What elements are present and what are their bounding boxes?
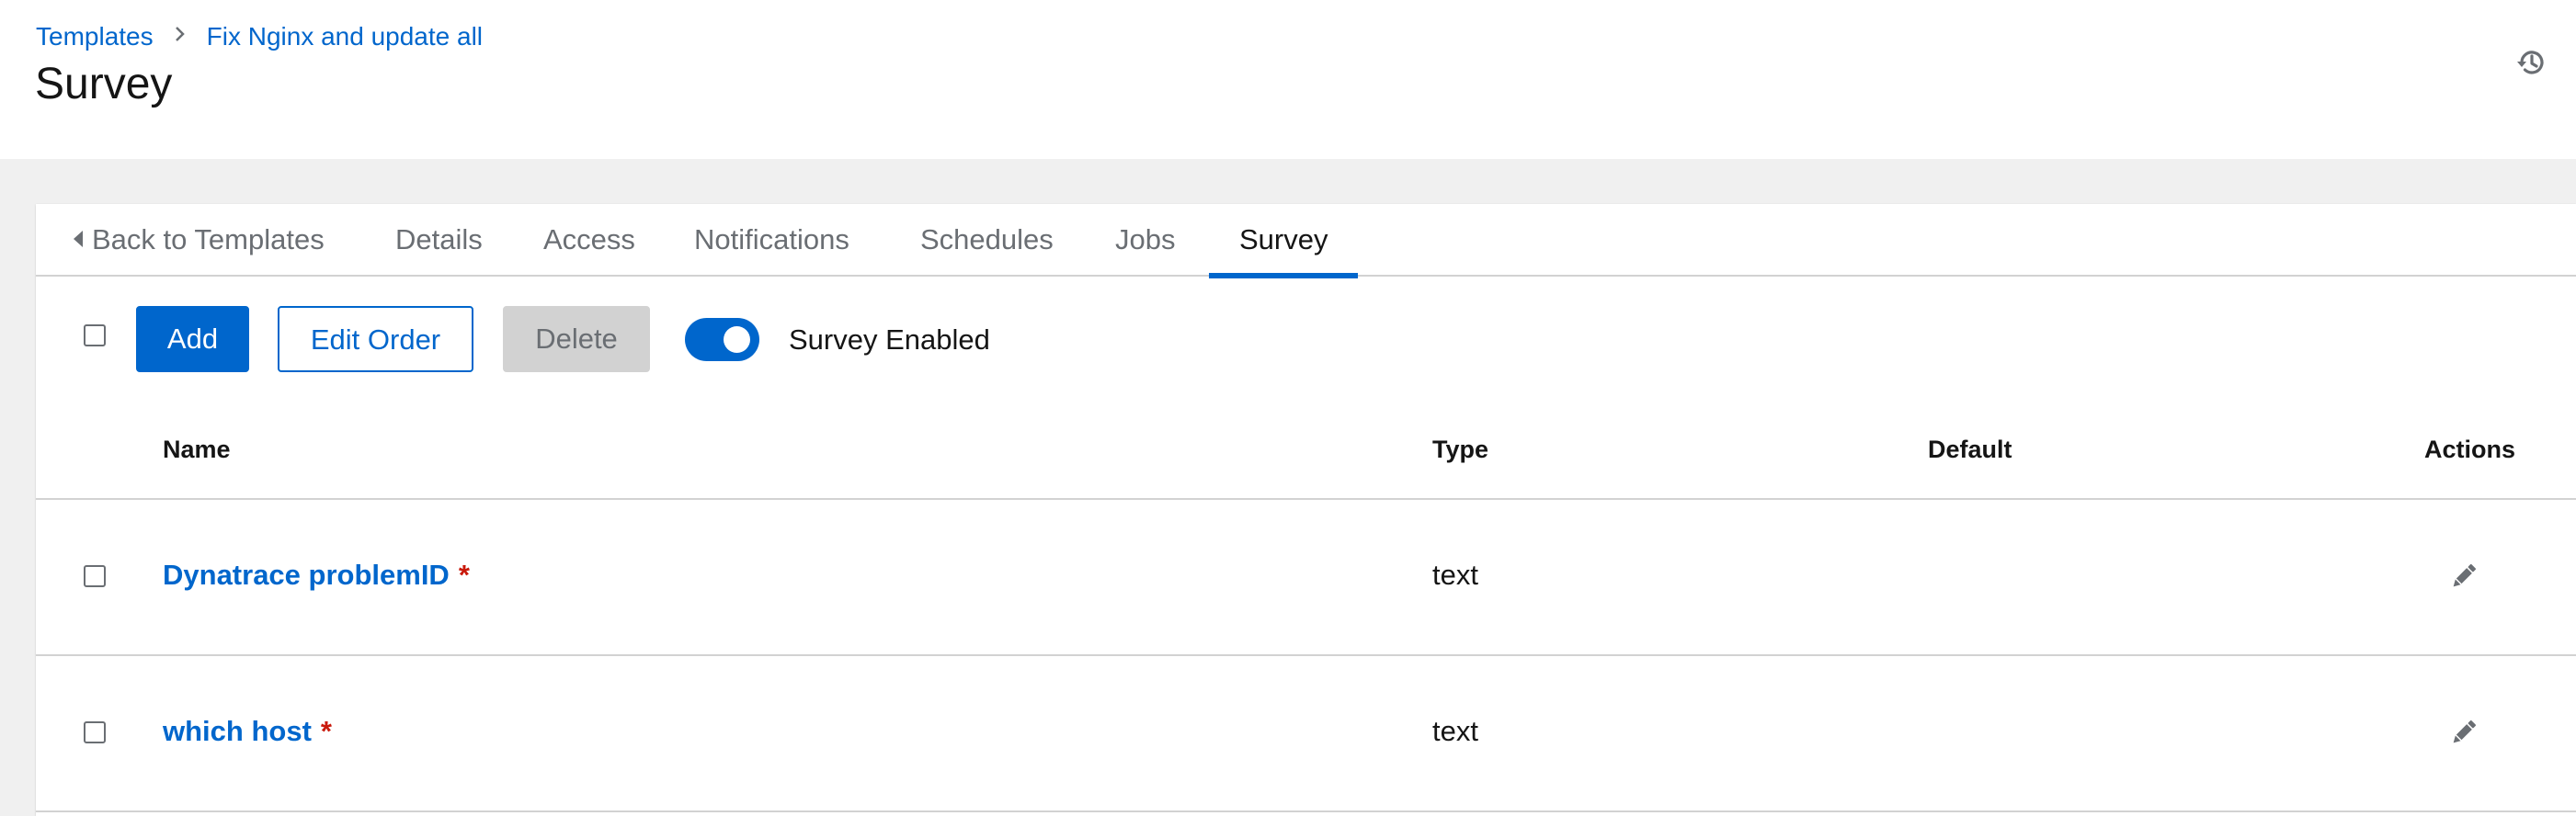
question-name-link[interactable]: which host * xyxy=(163,713,332,750)
breadcrumb: Templates Fix Nginx and update all xyxy=(36,20,483,53)
tab-bar: Back to Templates Details Access Notific… xyxy=(36,204,2576,278)
delete-button[interactable]: Delete xyxy=(503,306,650,372)
breadcrumb-template-link[interactable]: Fix Nginx and update all xyxy=(207,20,483,53)
pencil-icon[interactable] xyxy=(2448,561,2479,592)
checkbox-box xyxy=(84,721,106,743)
caret-left-icon xyxy=(74,231,83,247)
question-type: text xyxy=(1432,559,1478,591)
column-header-actions: Actions xyxy=(2424,436,2516,463)
history-icon[interactable] xyxy=(2515,46,2548,79)
breadcrumb-templates-link[interactable]: Templates xyxy=(36,20,154,53)
survey-enabled-toggle[interactable] xyxy=(685,318,759,361)
column-header-type[interactable]: Type xyxy=(1432,434,1488,465)
tab-back-to-templates-label: Back to Templates xyxy=(92,223,325,255)
chevron-right-icon xyxy=(174,20,187,53)
tab-back-to-templates[interactable]: Back to Templates xyxy=(74,204,325,277)
question-name: which host xyxy=(163,715,312,747)
select-all-checkbox[interactable] xyxy=(84,324,106,346)
pencil-icon[interactable] xyxy=(2448,717,2479,748)
tab-jobs[interactable]: Jobs xyxy=(1115,204,1175,277)
required-marker: * xyxy=(320,715,332,747)
column-header-name[interactable]: Name xyxy=(163,434,231,465)
page-title: Survey xyxy=(35,60,173,108)
page-header: Templates Fix Nginx and update all Surve… xyxy=(0,0,2576,159)
row-checkbox[interactable] xyxy=(84,565,106,587)
table-row: which host * text xyxy=(36,654,2576,812)
checkbox-box xyxy=(84,324,106,346)
survey-card: Back to Templates Details Access Notific… xyxy=(36,204,2576,816)
question-name: Dynatrace problemID xyxy=(163,559,450,591)
tab-details[interactable]: Details xyxy=(395,204,483,277)
question-type: text xyxy=(1432,715,1478,747)
tab-schedules[interactable]: Schedules xyxy=(920,204,1054,277)
survey-enabled-label: Survey Enabled xyxy=(789,323,990,356)
tab-access[interactable]: Access xyxy=(543,204,635,277)
question-name-link[interactable]: Dynatrace problemID * xyxy=(163,557,470,594)
toggle-knob xyxy=(724,326,750,353)
table-row: Dynatrace problemID * text xyxy=(36,498,2576,654)
row-checkbox[interactable] xyxy=(84,721,106,743)
add-button[interactable]: Add xyxy=(136,306,249,372)
column-header-default[interactable]: Default xyxy=(1928,434,2012,465)
edit-order-button[interactable]: Edit Order xyxy=(278,306,473,372)
tab-notifications[interactable]: Notifications xyxy=(694,204,849,277)
checkbox-box xyxy=(84,565,106,587)
required-marker: * xyxy=(458,559,470,591)
tab-survey[interactable]: Survey xyxy=(1208,204,1360,278)
